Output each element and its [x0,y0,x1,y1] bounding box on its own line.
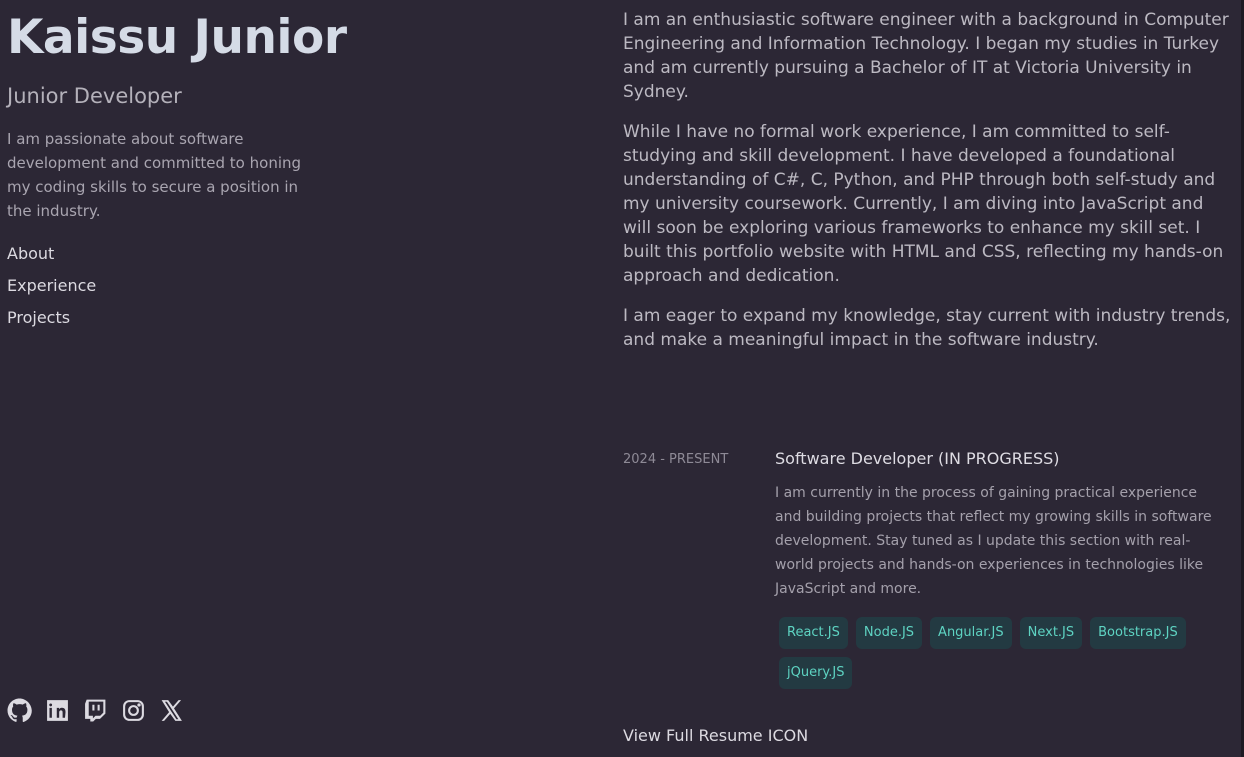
linkedin-icon[interactable] [45,698,70,723]
social-links [7,698,184,723]
instagram-icon[interactable] [121,698,146,723]
tech-tag: jQuery.JS [779,657,853,689]
about-section: I am an enthusiastic software engineer w… [623,8,1233,368]
profile-name: Kaissu Junior [7,10,347,65]
tech-tags: React.JS Node.JS Angular.JS Next.JS Boot… [779,617,1227,689]
experience-body: Software Developer (IN PROGRESS) I am cu… [775,448,1227,689]
about-paragraph: I am an enthusiastic software engineer w… [623,10,1229,102]
profile-role: Junior Developer [7,84,182,108]
x-icon[interactable] [159,698,184,723]
profile-sidebar: Kaissu Junior Junior Developer I am pass… [7,0,347,757]
tech-tag: React.JS [779,617,848,649]
tech-tag: Bootstrap.JS [1090,617,1186,649]
section-nav: About Experience Projects [7,238,96,334]
experience-title: Software Developer (IN PROGRESS) [775,449,1060,468]
about-paragraph: While I have no formal work experience, … [623,122,1224,286]
about-paragraph: I am eager to expand my knowledge, stay … [623,306,1231,350]
tech-tag: Angular.JS [930,617,1012,649]
tech-tag: Node.JS [855,617,923,649]
portfolio-page: Kaissu Junior Junior Developer I am pass… [0,0,1244,757]
experience-description: I am currently in the process of gaining… [775,485,1212,597]
tech-tag: Next.JS [1019,617,1083,649]
experience-date: 2024 - PRESENT [623,452,729,467]
github-icon[interactable] [7,698,32,723]
profile-tagline: I am passionate about software developme… [7,130,302,220]
nav-item-about[interactable]: About [7,238,96,270]
nav-item-experience[interactable]: Experience [7,270,96,302]
view-resume-link[interactable]: View Full Resume ICON [623,725,808,747]
nav-item-projects[interactable]: Projects [7,302,96,334]
twitch-icon[interactable] [83,698,108,723]
